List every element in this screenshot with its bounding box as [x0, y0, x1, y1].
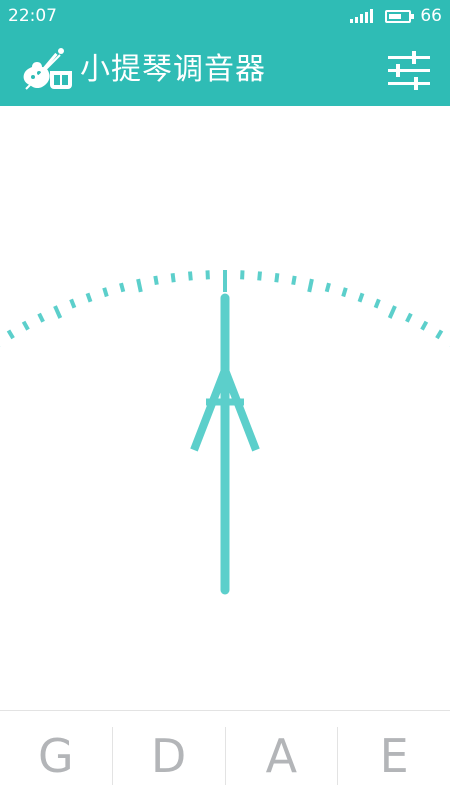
- scale-tick: [102, 287, 109, 298]
- scale-tick: [435, 329, 444, 340]
- scale-tick: [85, 292, 93, 303]
- battery-level: 66: [420, 6, 442, 26]
- tuner-gauge: [0, 270, 450, 595]
- status-indicators: 66: [350, 5, 442, 27]
- scale-tick: [136, 278, 143, 293]
- scale-tick: [21, 320, 30, 331]
- scale-tick: [257, 271, 262, 281]
- scale-tick: [373, 298, 381, 309]
- app-bar: 小提琴调音器: [0, 34, 450, 106]
- scale-tick: [324, 282, 331, 293]
- scale-tick: [307, 278, 314, 293]
- needle-arrow-icon: [190, 293, 260, 595]
- status-bar: 22:07 66: [0, 0, 450, 34]
- status-time: 22:07: [8, 6, 57, 26]
- scale-tick: [6, 329, 15, 340]
- string-button-e[interactable]: E: [338, 711, 450, 800]
- app-title: 小提琴调音器: [80, 52, 266, 87]
- scale-tick: [153, 275, 159, 286]
- string-button-g[interactable]: G: [0, 711, 112, 800]
- battery-fill: [389, 13, 402, 19]
- string-selector: G D A E: [0, 710, 450, 800]
- scale-tick: [291, 275, 297, 286]
- scale-tick: [420, 320, 429, 331]
- settings-sliders-icon[interactable]: [384, 48, 434, 94]
- scale-tick: [119, 282, 126, 293]
- scale-tick: [69, 298, 77, 309]
- scale-tick: [357, 292, 365, 303]
- scale-tick: [341, 287, 348, 298]
- tuner-screen: 22:07 66 小提琴调音器 G D A E: [0, 0, 450, 800]
- scale-tick: [37, 312, 45, 323]
- scale-tick: [170, 273, 176, 283]
- scale-tick: [405, 312, 413, 323]
- signal-bars-icon: [350, 9, 375, 23]
- battery-icon: [385, 9, 415, 23]
- scale-tick: [188, 271, 193, 281]
- scale-tick: [274, 273, 280, 283]
- string-button-d[interactable]: D: [113, 711, 225, 800]
- string-button-a[interactable]: A: [226, 711, 338, 800]
- violin-icon: [23, 48, 72, 90]
- scale-tick: [53, 305, 63, 319]
- scale-tick: [387, 305, 397, 319]
